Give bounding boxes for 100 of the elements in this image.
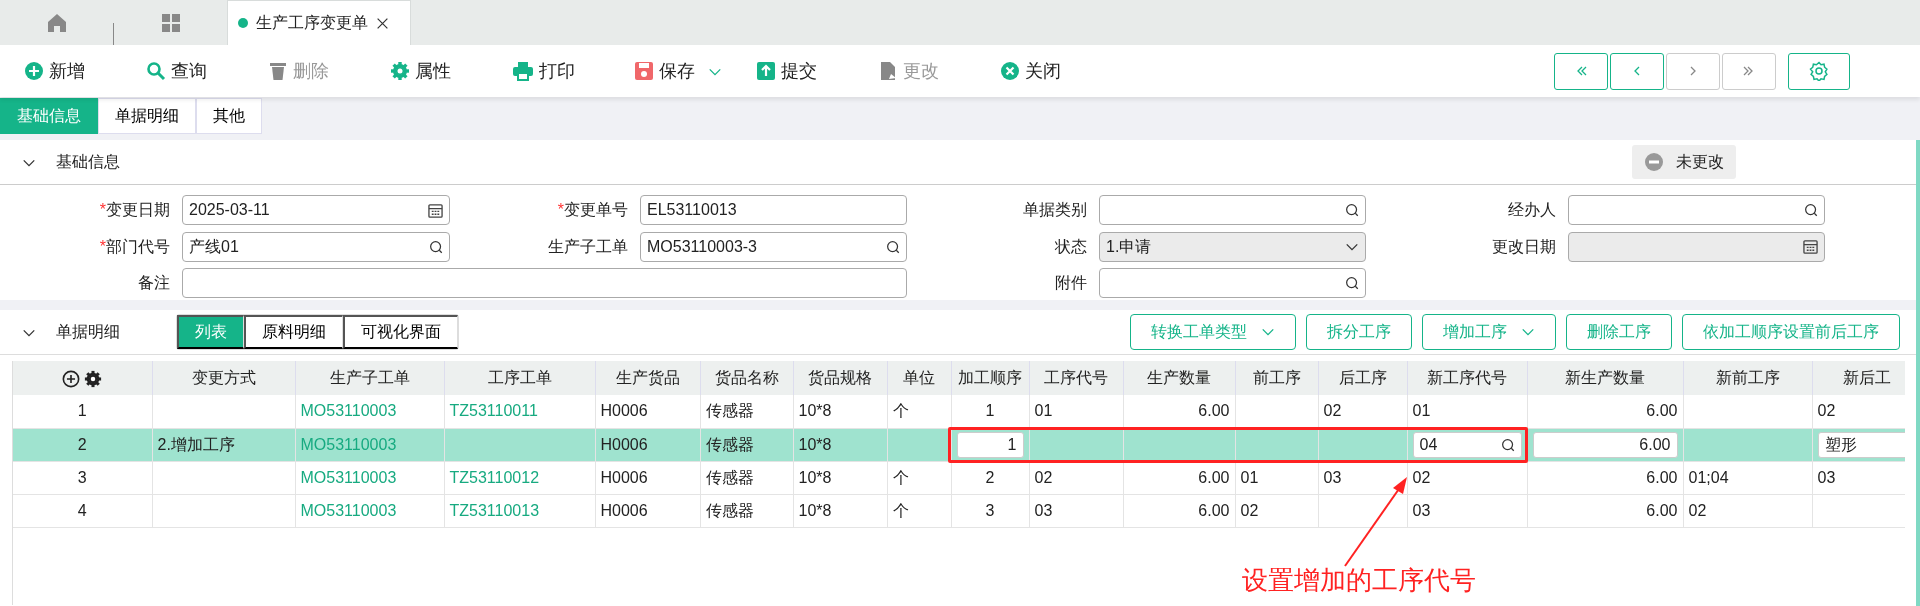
- toolbar-button[interactable]: 属性: [390, 57, 512, 85]
- table-cell: 个: [887, 494, 951, 527]
- first-page-button[interactable]: [1554, 52, 1608, 90]
- link[interactable]: [444, 428, 595, 461]
- calendar-icon: [1803, 239, 1818, 255]
- previous-button[interactable]: [1610, 52, 1664, 90]
- table-cell: 02: [1318, 395, 1407, 428]
- column-header: 新前工序: [1683, 361, 1812, 395]
- toolbar-button[interactable]: 提交: [756, 57, 878, 85]
- settings-icon: [1809, 61, 1829, 81]
- trash-icon: [268, 61, 288, 81]
- column-header: 新后工: [1812, 361, 1905, 395]
- table-cell: 03: [1029, 494, 1123, 527]
- toolbar-button[interactable]: 打印: [512, 57, 634, 85]
- form-tab[interactable]: 其他: [196, 98, 262, 134]
- table-cell: 01: [1029, 395, 1123, 428]
- field-label: 经办人: [1507, 200, 1556, 220]
- field-label: 附件: [1054, 273, 1087, 294]
- view-tab[interactable]: 原料明细: [244, 315, 343, 349]
- table-cell: 6.00: [1527, 395, 1683, 428]
- table-cell: 1: [951, 395, 1029, 428]
- field-label: *变更单号: [556, 200, 628, 220]
- field-label: 备注: [137, 273, 170, 294]
- toolbar-button[interactable]: 保存: [634, 57, 756, 85]
- table-cell: 传感器: [700, 428, 793, 461]
- calendar-icon: [428, 202, 443, 218]
- table-cell: H0006: [595, 428, 700, 461]
- toolbar-button[interactable]: 查询: [146, 57, 268, 85]
- field-label: 状态: [1054, 236, 1087, 257]
- table-cell: 个: [887, 461, 951, 494]
- table-cell: H0006: [595, 494, 700, 527]
- settings-icon: [390, 61, 410, 81]
- field-label: 更改日期: [1491, 236, 1556, 257]
- table-cell: 02: [1029, 461, 1123, 494]
- column-header: 变更方式: [152, 361, 295, 395]
- lookup-field[interactable]: 产线01: [182, 231, 450, 262]
- lookup-field[interactable]: [1099, 195, 1366, 225]
- toolbar-button[interactable]: 新增: [24, 57, 146, 85]
- document-tab[interactable]: 生产工序变更单: [227, 0, 411, 45]
- field-label: 单据类别: [1022, 200, 1087, 220]
- field-label: 生产子工单: [547, 236, 628, 257]
- floppy-icon: [634, 61, 654, 81]
- close-icon: [376, 16, 389, 30]
- search-icon: [1804, 203, 1818, 217]
- table-cell: 传感器: [700, 461, 793, 494]
- column-header: 加工顺序: [951, 361, 1029, 395]
- table-cell: 1: [13, 395, 152, 428]
- lookup-field[interactable]: 04: [1412, 431, 1522, 458]
- table-cell: H0006: [595, 461, 700, 494]
- table-cell: 2: [951, 461, 1029, 494]
- upload-icon: [756, 61, 776, 81]
- table-cell: 10*8: [793, 494, 887, 527]
- grid-icon: [160, 12, 181, 33]
- lookup-field[interactable]: [1099, 268, 1366, 299]
- section-title: 基础信息: [56, 152, 120, 172]
- annotation-text: 设置增加的工序代号: [1242, 564, 1476, 597]
- column-header: 前工序: [1235, 361, 1318, 395]
- table-cell: 03: [1407, 494, 1527, 527]
- search-icon: [1345, 203, 1359, 217]
- table-cell: 10*8: [793, 461, 887, 494]
- column-header: 新生产数量: [1527, 361, 1683, 395]
- table-cell: 4: [13, 494, 152, 527]
- lookup-field[interactable]: MO53110003-3: [640, 231, 907, 262]
- table-cell: 2: [13, 428, 152, 461]
- table-cell: 01: [1407, 395, 1527, 428]
- input-field[interactable]: 6.00: [1532, 431, 1678, 458]
- section-title: 单据明细: [56, 322, 120, 342]
- add-icon: [24, 61, 44, 81]
- table-cell: 个: [887, 395, 951, 428]
- input-field[interactable]: [182, 268, 907, 299]
- table-cell: 01: [1235, 461, 1318, 494]
- search-icon: [1345, 276, 1359, 291]
- input-field[interactable]: EL53110013: [640, 195, 907, 225]
- printer-icon: [512, 61, 534, 81]
- input-field[interactable]: 1: [956, 431, 1024, 458]
- minus-icon: [1644, 152, 1664, 172]
- table-cell: 6.00: [1123, 494, 1235, 527]
- close-icon: [1000, 61, 1020, 81]
- view-tab[interactable]: 可视化界面: [343, 315, 458, 349]
- lookup-field[interactable]: [1568, 195, 1825, 225]
- column-header: 工序工单: [444, 361, 595, 395]
- table-cell: 6.00: [1527, 461, 1683, 494]
- column-header: 生产数量: [1123, 361, 1235, 395]
- toolbar-button[interactable]: 关闭: [1000, 57, 1122, 85]
- table-cell: 6.00: [1123, 395, 1235, 428]
- input-field[interactable]: 塑形: [1817, 431, 1905, 458]
- field-label: *部门代号: [98, 236, 170, 257]
- table-cell: 传感器: [700, 494, 793, 527]
- form-tab[interactable]: 单据明细: [98, 98, 196, 134]
- table-cell: 10*8: [793, 395, 887, 428]
- table-cell: 02: [1683, 494, 1812, 527]
- table-cell: 02: [1235, 494, 1318, 527]
- date-field[interactable]: 2025-03-11: [182, 195, 450, 225]
- search-icon: [146, 61, 166, 81]
- table-cell: 10*8: [793, 428, 887, 461]
- column-header: 生产货品: [595, 361, 700, 395]
- settings-button[interactable]: [1788, 52, 1850, 90]
- search-icon: [429, 239, 443, 254]
- table-cell: 3: [951, 494, 1029, 527]
- table-cell: 02: [1407, 461, 1527, 494]
